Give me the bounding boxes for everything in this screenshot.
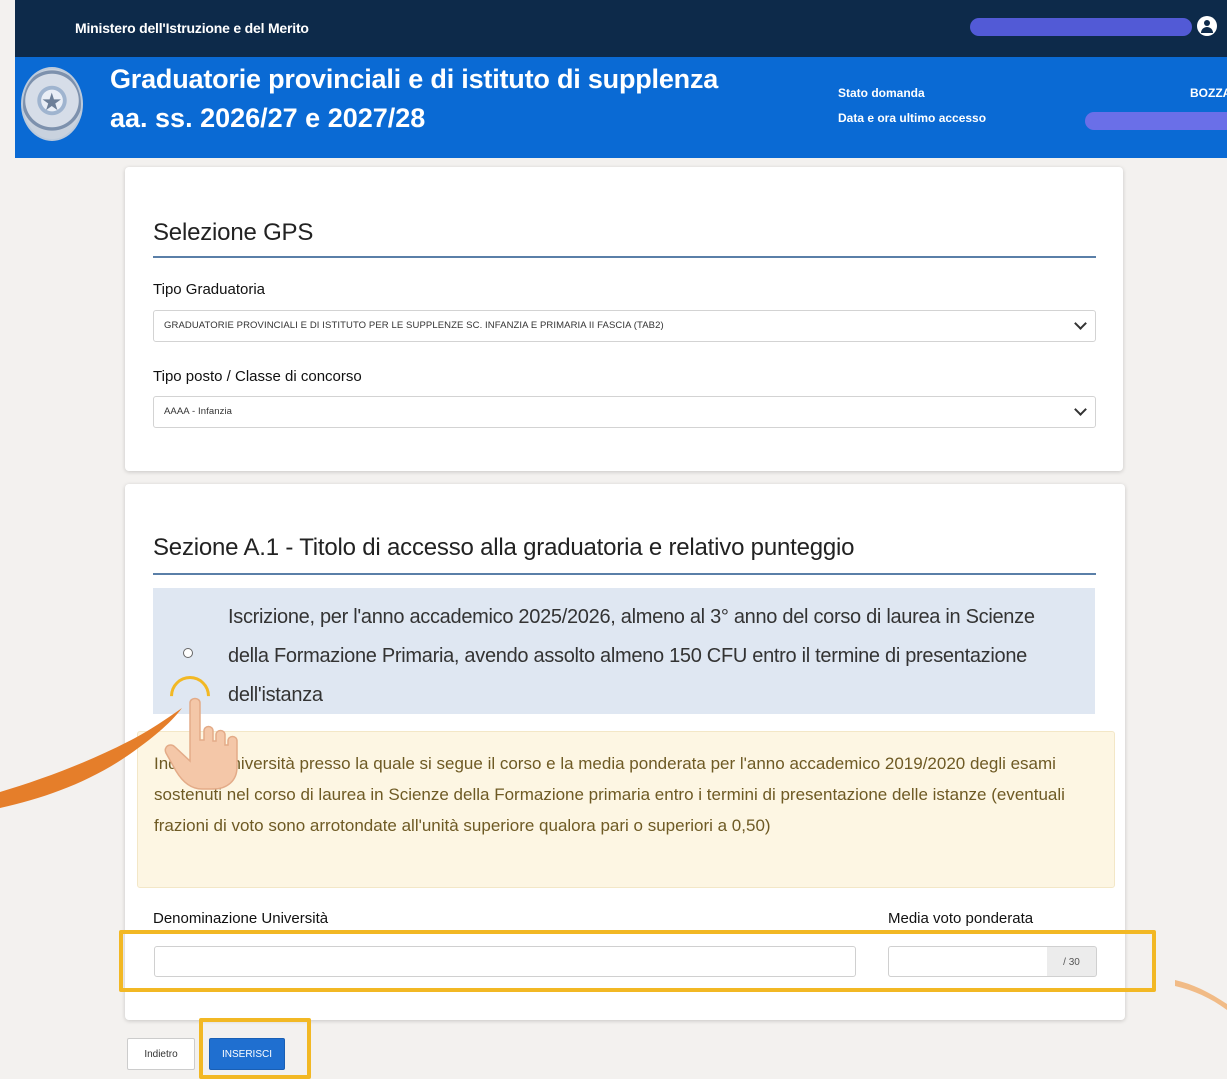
last-access-redacted <box>1085 112 1227 130</box>
tipo-posto-value: AAAA - Infanzia <box>164 406 233 417</box>
grade-label: Media voto ponderata <box>888 910 1034 927</box>
chevron-down-icon <box>1074 317 1087 330</box>
grade-input[interactable] <box>888 946 1048 977</box>
gps-section-title: Selezione GPS <box>153 219 314 246</box>
university-input[interactable] <box>154 946 856 977</box>
grade-suffix: / 30 <box>1047 946 1097 977</box>
status-badge: BOZZA <box>1190 86 1227 100</box>
access-title-radio[interactable] <box>183 648 193 658</box>
section-a1-card: Sezione A.1 - Titolo di accesso alla gra… <box>125 484 1125 1020</box>
info-alert-text: Indicare Università presso la quale si s… <box>154 754 1065 835</box>
decorative-swoosh <box>0 708 182 808</box>
insert-button[interactable]: INSERISCI <box>209 1038 285 1070</box>
page-title: Graduatorie provinciali e di istituto di… <box>110 64 719 94</box>
top-bar: Ministero dell'Istruzione e del Merito <box>15 0 1227 57</box>
access-title-option[interactable]: Iscrizione, per l'anno accademico 2025/2… <box>153 588 1095 714</box>
section-divider <box>153 256 1096 258</box>
tipo-posto-label: Tipo posto / Classe di concorso <box>153 368 362 385</box>
section-divider <box>153 573 1096 575</box>
tipo-posto-select[interactable]: AAAA - Infanzia <box>153 396 1096 428</box>
university-label: Denominazione Università <box>153 910 329 927</box>
gps-selection-card: Selezione GPS Tipo Graduatoria GRADUATOR… <box>125 167 1123 471</box>
republic-emblem-icon: ★ <box>21 67 83 141</box>
user-name-redacted <box>970 18 1192 36</box>
tipo-graduatoria-label: Tipo Graduatoria <box>153 281 266 298</box>
section-a1-title: Sezione A.1 - Titolo di accesso alla gra… <box>153 534 855 561</box>
user-account-icon[interactable] <box>1197 16 1217 36</box>
chevron-down-icon <box>1074 403 1087 416</box>
decorative-swoosh <box>1175 980 1227 1010</box>
back-button[interactable]: Indietro <box>127 1038 195 1070</box>
tipo-graduatoria-value: GRADUATORIE PROVINCIALI E DI ISTITUTO PE… <box>164 320 664 331</box>
page-subtitle: aa. ss. 2026/27 e 2027/28 <box>110 103 426 133</box>
status-label: Stato domanda <box>838 86 925 100</box>
access-title-option-text: Iscrizione, per l'anno accademico 2025/2… <box>228 606 1035 706</box>
app-header: ★ Graduatorie provinciali e di istituto … <box>15 57 1227 158</box>
ministry-name: Ministero dell'Istruzione e del Merito <box>75 20 309 36</box>
info-alert: Indicare Università presso la quale si s… <box>137 731 1115 888</box>
last-access-label: Data e ora ultimo accesso <box>838 111 987 125</box>
tipo-graduatoria-select[interactable]: GRADUATORIE PROVINCIALI E DI ISTITUTO PE… <box>153 310 1096 342</box>
